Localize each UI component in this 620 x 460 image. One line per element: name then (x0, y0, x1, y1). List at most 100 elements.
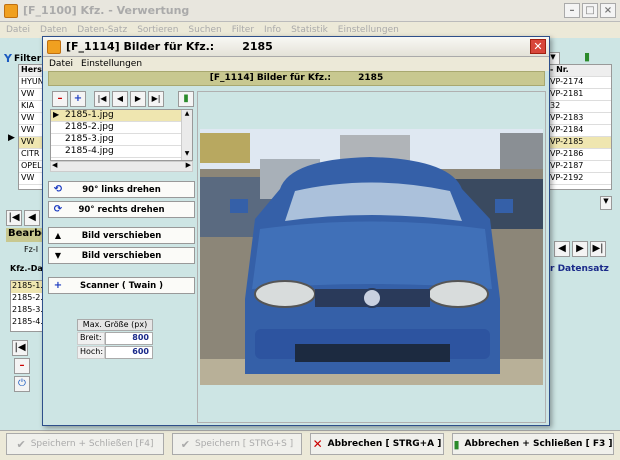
scroll-down-icon[interactable]: ▼ (600, 196, 612, 210)
prev-record-button[interactable]: ◀ (112, 91, 128, 107)
list-item[interactable]: VP-2181 (547, 89, 611, 101)
dialog-close-button[interactable]: ✕ (530, 39, 546, 54)
datensatz-text: Datensatz (557, 264, 609, 274)
file-name: 2185-3.jpg (65, 134, 114, 144)
list-item[interactable]: 2185-1. (11, 281, 43, 293)
move-image-down-button[interactable]: ▼ Bild verschieben (48, 247, 195, 264)
maximize-button[interactable]: □ (582, 3, 598, 18)
rotate-right-icon: ⟳ (53, 204, 63, 215)
dialog-header-text: [F_1114] Bilder für Kfz.: (209, 73, 332, 83)
list-item[interactable]: VP-2183 (547, 113, 611, 125)
scroll-down-icon[interactable]: ▼ (182, 150, 192, 160)
menu-einstellungen[interactable]: Einstellungen (338, 25, 399, 35)
arrow-down-icon: ▼ (54, 251, 62, 260)
rotate-right-label: 90° rechts drehen (78, 204, 165, 215)
list-item[interactable]: VP-2186 (547, 149, 611, 161)
record-pointer-icon: ▶ (8, 133, 15, 143)
menu-suchen[interactable]: Suchen (188, 25, 221, 35)
main-window-title: [F_1100] Kfz. - Verwertung – □ × (0, 0, 620, 22)
file-list-item[interactable]: 2185-3.jpg (51, 134, 192, 146)
max-size-box: Max. Größe (px) Breit: 800 Hoch: 600 (77, 319, 153, 361)
list-item[interactable]: VP-2192 (547, 173, 611, 185)
height-field[interactable]: 600 (105, 346, 153, 359)
menu-sortieren[interactable]: Sortieren (137, 25, 178, 35)
close-button[interactable]: × (600, 3, 616, 18)
move-image-up-button[interactable]: ▲ Bild verschieben (48, 227, 195, 244)
kfz-dat-list[interactable]: 2185-1. 2185-2. 2185-3. 2185-4. (10, 280, 44, 332)
image-file-list[interactable]: ▶ 2185-1.jpg 2185-2.jpg 2185-3.jpg 2185-… (50, 109, 193, 161)
list-item[interactable]: VP-2184 (547, 125, 611, 137)
file-list-item[interactable]: 2185-2.jpg (51, 122, 192, 134)
nav-prev-button[interactable]: ◀ (24, 210, 40, 226)
menu-datei[interactable]: Datei (6, 25, 30, 35)
list-item[interactable]: 2185-4. (11, 317, 43, 329)
menu-daten-satz[interactable]: Daten-Satz (77, 25, 127, 35)
scroll-left-icon[interactable]: ◀ (52, 161, 57, 169)
delete-button-main[interactable]: – (14, 358, 30, 374)
nav-last-button-right[interactable]: ▶| (590, 241, 606, 257)
car-photo-graphic (200, 129, 543, 385)
menu-daten[interactable]: Daten (40, 25, 67, 35)
dialog-menu-einstellungen[interactable]: Einstellungen (81, 59, 142, 69)
list-item[interactable]: VP-2174 (547, 77, 611, 89)
nav-next-button-right[interactable]: ▶ (572, 241, 588, 257)
rotate-left-button[interactable]: ⟲ 90° links drehen (48, 181, 195, 198)
bearbeiten-label: Bearbe (6, 228, 48, 242)
file-list-scrollbar[interactable]: ▲ ▼ (181, 110, 192, 160)
x-icon: ✕ (312, 437, 323, 451)
last-record-button[interactable]: ▶| (148, 91, 164, 107)
main-title-text: [F_1100] Kfz. - Verwertung (23, 4, 190, 17)
file-list-item[interactable]: 2185-4.jpg (51, 146, 192, 158)
first-record-button[interactable]: |◀ (94, 91, 110, 107)
move-image-up-label: Bild verschieben (81, 230, 162, 241)
power-icon-main[interactable]: ⏻ (14, 376, 30, 392)
menu-info[interactable]: Info (264, 25, 281, 35)
file-name: 2185-4.jpg (65, 146, 114, 156)
main-nav-right: ◀ ▶ ▶| (554, 241, 606, 257)
cancel-label: Abbrechen [ STRG+A ] (327, 439, 442, 449)
exit-door-icon[interactable]: ▮ (584, 50, 590, 63)
move-image-down-label: Bild verschieben (81, 250, 162, 261)
dialog-exit-icon[interactable]: ▮ (178, 91, 194, 107)
list-item[interactable]: 2185-3. (11, 305, 43, 317)
cancel-close-button[interactable]: ▮ Abbrechen + Schließen [ F3 ] (452, 433, 614, 455)
car-photo (200, 129, 543, 385)
dialog-header: [F_1114] Bilder für Kfz.: 2185 (48, 71, 545, 86)
dialog-menu-datei[interactable]: Datei (49, 59, 73, 69)
delete-image-button[interactable]: – (52, 91, 68, 107)
images-dialog: [F_1114] Bilder für Kfz.: 2185 ✕ Datei E… (42, 36, 550, 426)
cancel-button[interactable]: ✕ Abbrechen [ STRG+A ] (310, 433, 444, 455)
menu-filter[interactable]: Filter (232, 25, 254, 35)
filter-icon[interactable]: Y (4, 52, 12, 65)
scroll-up-icon[interactable]: ▲ (182, 110, 192, 120)
file-list-hscrollbar[interactable]: ◀ ▶ (50, 161, 193, 172)
list-item-selected[interactable]: VP-2185 (547, 137, 611, 149)
save-close-button[interactable]: ✔ Speichern + Schließen [F4] (6, 433, 164, 455)
file-name: 2185-1.jpg (65, 110, 114, 120)
list-item[interactable]: 2185-2. (11, 293, 43, 305)
list-item[interactable]: VP-2187 (547, 161, 611, 173)
scroll-right-icon[interactable]: ▶ (186, 161, 191, 169)
menu-statistik[interactable]: Statistik (291, 25, 328, 35)
rotate-left-label: 90° links drehen (82, 184, 161, 195)
rotate-left-icon: ⟲ (53, 184, 63, 195)
nav-first-button-2[interactable]: |◀ (12, 340, 28, 356)
rotate-right-button[interactable]: ⟳ 90° rechts drehen (48, 201, 195, 218)
datensatz-marker: r (550, 264, 558, 274)
list-item[interactable]: 32 (547, 101, 611, 113)
exit-door-icon: ▮ (453, 437, 460, 451)
nav-prev-button-right[interactable]: ◀ (554, 241, 570, 257)
filter-label: Filter (13, 53, 42, 64)
file-list-item-selected[interactable]: ▶ 2185-1.jpg (51, 110, 192, 122)
number-list[interactable]: - Nr. VP-2174 VP-2181 32 VP-2183 VP-2184… (546, 64, 612, 190)
width-field[interactable]: 800 (105, 332, 153, 345)
save-button[interactable]: ✔ Speichern [ STRG+S ] (172, 433, 302, 455)
image-preview-frame (197, 91, 546, 423)
minimize-button[interactable]: – (564, 3, 580, 18)
save-close-label: Speichern + Schließen [F4] (30, 439, 154, 449)
datensatz-label: r Datensatz (550, 264, 609, 274)
nav-first-button[interactable]: |◀ (6, 210, 22, 226)
scanner-button[interactable]: + Scanner ( Twain ) (48, 277, 195, 294)
add-image-button[interactable]: + (70, 91, 86, 107)
next-record-button[interactable]: ▶ (130, 91, 146, 107)
